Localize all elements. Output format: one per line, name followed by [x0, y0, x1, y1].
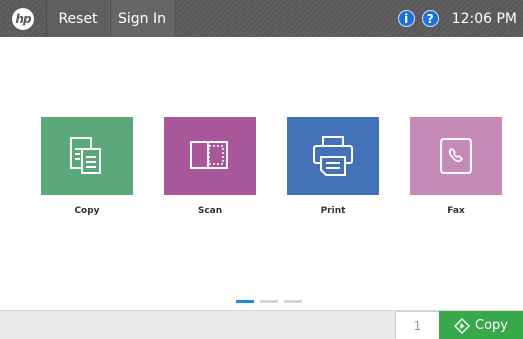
- tile-print[interactable]: Print: [287, 117, 379, 216]
- copy-tile-box[interactable]: [41, 117, 133, 195]
- top-bar: hp Reset Sign In i ? 12:06 PM: [0, 0, 523, 37]
- home-button[interactable]: hp: [0, 0, 46, 37]
- page-dot-1[interactable]: [236, 300, 254, 303]
- tile-copy[interactable]: Copy: [41, 117, 133, 216]
- copy-document-icon: [70, 137, 101, 174]
- scan-icon: [190, 141, 228, 169]
- tile-print-label: Print: [320, 206, 346, 216]
- copies-count-field[interactable]: 1: [395, 311, 439, 339]
- top-bar-spacer: [174, 0, 398, 37]
- status-area: i ? 12:06 PM: [397, 0, 523, 37]
- tile-scan-label: Scan: [197, 206, 223, 216]
- hp-logo-icon: hp: [12, 7, 34, 30]
- app-tiles: Copy Scan Print Fax: [41, 117, 502, 216]
- print-tile-box[interactable]: [287, 117, 379, 195]
- fax-tile-box[interactable]: [410, 117, 502, 195]
- info-icon[interactable]: i: [397, 10, 415, 27]
- printer-icon: [313, 136, 353, 176]
- clock-time: 12:06 PM: [451, 10, 517, 27]
- tile-scan[interactable]: Scan: [164, 117, 256, 216]
- reset-button[interactable]: Reset: [46, 0, 110, 37]
- page-indicator: [236, 300, 302, 303]
- tile-fax-label: Fax: [447, 206, 465, 216]
- copy-button-label: Copy: [475, 318, 508, 333]
- bottom-bar: 1 Copy: [0, 310, 523, 339]
- start-diamond-icon: [454, 317, 470, 334]
- scan-tile-box[interactable]: [164, 117, 256, 195]
- phone-icon: [440, 138, 472, 174]
- help-icon[interactable]: ?: [421, 10, 439, 27]
- sign-in-button[interactable]: Sign In: [110, 0, 174, 37]
- copy-start-button[interactable]: Copy: [439, 311, 523, 339]
- page-dot-2[interactable]: [260, 300, 278, 303]
- page-dot-3[interactable]: [284, 300, 302, 303]
- tile-copy-label: Copy: [74, 206, 100, 216]
- tile-fax[interactable]: Fax: [410, 117, 502, 216]
